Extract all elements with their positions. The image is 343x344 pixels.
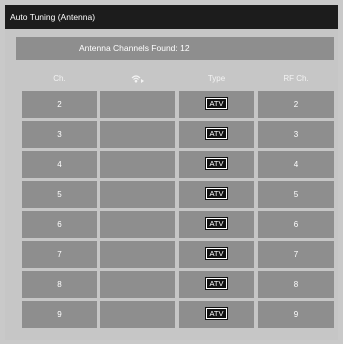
atv-badge: ATV bbox=[205, 127, 228, 141]
channel-row[interactable]: 4 ATV 4 bbox=[22, 151, 334, 178]
rf-channel: 4 bbox=[258, 151, 334, 178]
type-cell: ATV bbox=[179, 211, 254, 238]
channel-row[interactable]: 6 ATV 6 bbox=[22, 211, 334, 238]
atv-badge: ATV bbox=[205, 157, 228, 171]
atv-badge: ATV bbox=[205, 97, 228, 111]
type-cell: ATV bbox=[179, 241, 254, 268]
type-cell: ATV bbox=[179, 91, 254, 118]
rf-channel: 7 bbox=[258, 241, 334, 268]
channel-number: 4 bbox=[22, 151, 97, 178]
channels-found-status: Antenna Channels Found: 12 bbox=[16, 37, 334, 60]
atv-badge: ATV bbox=[205, 277, 228, 291]
type-cell: ATV bbox=[179, 151, 254, 178]
atv-badge: ATV bbox=[205, 217, 228, 231]
channel-row[interactable]: 7 ATV 7 bbox=[22, 241, 334, 268]
channel-row[interactable]: 3 ATV 3 bbox=[22, 121, 334, 148]
signal-cell bbox=[100, 271, 175, 298]
channel-number: 8 bbox=[22, 271, 97, 298]
antenna-signal-icon bbox=[131, 75, 144, 83]
rf-channel: 8 bbox=[258, 271, 334, 298]
signal-cell bbox=[100, 211, 175, 238]
column-header-channel: Ch. bbox=[53, 74, 66, 83]
channel-number: 3 bbox=[22, 121, 97, 148]
channel-number: 5 bbox=[22, 181, 97, 208]
atv-badge: ATV bbox=[205, 247, 228, 261]
channel-number: 2 bbox=[22, 91, 97, 118]
signal-cell bbox=[100, 151, 175, 178]
screen-frame: Auto Tuning (Antenna) Antenna Channels F… bbox=[0, 0, 343, 344]
column-header-type: Type bbox=[207, 74, 226, 83]
type-cell: ATV bbox=[179, 121, 254, 148]
channel-number: 6 bbox=[22, 211, 97, 238]
auto-tuning-panel: Antenna Channels Found: 12 Ch. Type RF C… bbox=[5, 29, 338, 340]
window-title: Auto Tuning (Antenna) bbox=[5, 5, 338, 29]
channel-row[interactable]: 9 ATV 9 bbox=[22, 301, 334, 328]
signal-cell bbox=[100, 181, 175, 208]
rf-channel: 3 bbox=[258, 121, 334, 148]
column-header-signal bbox=[100, 73, 175, 85]
signal-cell bbox=[100, 241, 175, 268]
rf-channel: 6 bbox=[258, 211, 334, 238]
type-cell: ATV bbox=[179, 181, 254, 208]
rf-channel: 9 bbox=[258, 301, 334, 328]
channel-row[interactable]: 2 ATV 2 bbox=[22, 91, 334, 118]
signal-cell bbox=[100, 121, 175, 148]
type-cell: ATV bbox=[179, 271, 254, 298]
atv-badge: ATV bbox=[205, 307, 228, 321]
rf-channel: 2 bbox=[258, 91, 334, 118]
channel-row[interactable]: 5 ATV 5 bbox=[22, 181, 334, 208]
column-header-rf: RF Ch. bbox=[283, 74, 309, 83]
signal-cell bbox=[100, 301, 175, 328]
channel-number: 7 bbox=[22, 241, 97, 268]
type-cell: ATV bbox=[179, 301, 254, 328]
channel-row[interactable]: 8 ATV 8 bbox=[22, 271, 334, 298]
atv-badge: ATV bbox=[205, 187, 228, 201]
channel-number: 9 bbox=[22, 301, 97, 328]
rf-channel: 5 bbox=[258, 181, 334, 208]
signal-cell bbox=[100, 91, 175, 118]
